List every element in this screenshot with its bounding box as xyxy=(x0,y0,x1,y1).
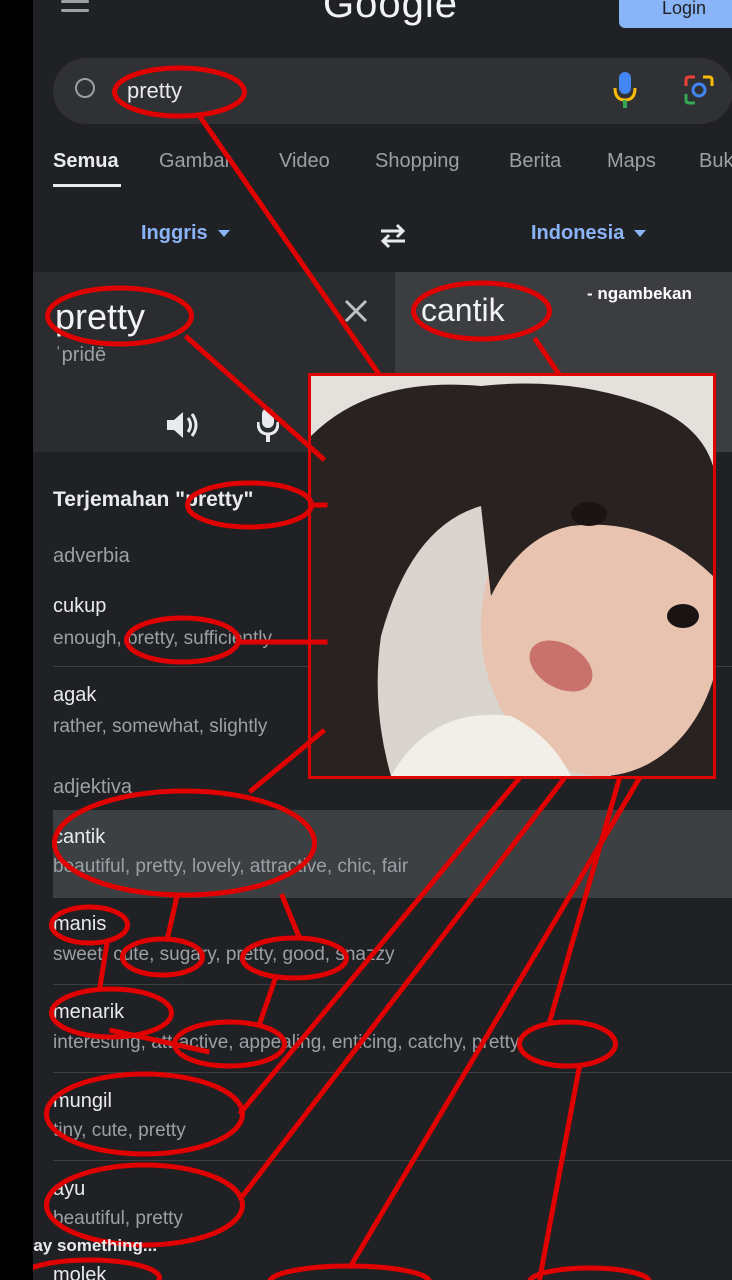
list-item-word[interactable]: agak xyxy=(53,684,96,707)
tab-buku[interactable]: Buku xyxy=(699,150,732,173)
list-item-synonyms: tiny, cute, pretty xyxy=(53,1120,186,1141)
lens-icon[interactable] xyxy=(683,74,715,106)
google-logo[interactable]: Google xyxy=(323,0,458,27)
list-item-word[interactable]: molek xyxy=(53,1264,106,1280)
tab-video[interactable]: Video xyxy=(279,150,330,173)
tab-gambar[interactable]: Gambar xyxy=(159,150,231,173)
highlight-ellipse xyxy=(517,1019,618,1069)
list-item-word[interactable]: cantik xyxy=(53,826,105,849)
source-phonetic: ˈpridē xyxy=(55,344,107,366)
list-item-synonyms: sweet, cute, sugary, pretty, good, snazz… xyxy=(53,944,395,965)
source-language-select[interactable]: Inggris xyxy=(141,222,230,245)
target-language-select[interactable]: Indonesia xyxy=(531,222,647,245)
chevron-down-icon xyxy=(217,230,230,238)
tab-semua[interactable]: Semua xyxy=(53,150,119,173)
list-item-word[interactable]: ayu xyxy=(53,1178,85,1201)
connector-line xyxy=(165,893,180,939)
search-icon xyxy=(75,78,95,98)
watermark-text: - ngambekan xyxy=(587,284,692,303)
list-item-synonyms: beautiful, pretty, lovely, attractive, c… xyxy=(53,856,409,877)
swap-languages-icon[interactable] xyxy=(377,222,409,250)
tab-shopping[interactable]: Shopping xyxy=(375,150,460,173)
google-translate-screen: Google Login pretty Semua Gambar Video S… xyxy=(33,0,732,1280)
highlight-ellipse xyxy=(267,1263,432,1280)
search-bar[interactable]: pretty xyxy=(53,58,732,124)
highlight-ellipse xyxy=(527,1265,652,1280)
list-item-word[interactable]: cukup xyxy=(53,595,106,618)
tab-berita[interactable]: Berita xyxy=(509,150,561,173)
speaker-icon[interactable] xyxy=(165,410,199,440)
inset-photo xyxy=(308,373,716,779)
list-item-synonyms: enough, pretty, sufficiently xyxy=(53,628,272,649)
divider xyxy=(53,984,732,985)
list-item-synonyms: rather, somewhat, slightly xyxy=(53,716,268,737)
list-item-word[interactable]: mungil xyxy=(53,1090,112,1113)
login-button[interactable]: Login xyxy=(619,0,732,28)
mic-icon[interactable] xyxy=(257,408,279,442)
connector-line xyxy=(537,1065,582,1280)
active-tab-underline xyxy=(53,184,121,187)
source-text[interactable]: pretty xyxy=(55,296,145,338)
left-black-strip xyxy=(0,0,33,1280)
pos-label: adjektiva xyxy=(53,776,132,798)
target-language-label: Indonesia xyxy=(531,222,625,244)
close-icon[interactable] xyxy=(343,298,369,324)
connector-line xyxy=(279,893,302,939)
list-item-synonyms: interesting, attractive, appealing, enti… xyxy=(53,1032,520,1053)
translated-text: cantik xyxy=(421,292,505,328)
search-input[interactable]: pretty xyxy=(127,78,182,104)
divider xyxy=(53,1160,732,1161)
pos-label: adverbia xyxy=(53,545,130,567)
comment-input[interactable]: Say something... xyxy=(33,1236,157,1256)
mic-icon[interactable] xyxy=(613,72,637,108)
translations-title: Terjemahan "pretty" xyxy=(53,488,254,511)
portrait-image xyxy=(311,376,713,776)
chevron-down-icon xyxy=(634,230,647,238)
list-item-synonyms: beautiful, pretty xyxy=(53,1208,183,1229)
menu-icon[interactable] xyxy=(61,0,89,18)
tab-maps[interactable]: Maps xyxy=(607,150,656,173)
divider xyxy=(53,1072,732,1073)
highlight-ellipse xyxy=(44,1162,245,1248)
highlight-ellipse xyxy=(44,1071,245,1157)
list-item-word[interactable]: menarik xyxy=(53,1001,124,1024)
highlighted-row xyxy=(53,810,732,898)
list-item-word[interactable]: manis xyxy=(53,913,106,936)
source-language-label: Inggris xyxy=(141,222,208,244)
